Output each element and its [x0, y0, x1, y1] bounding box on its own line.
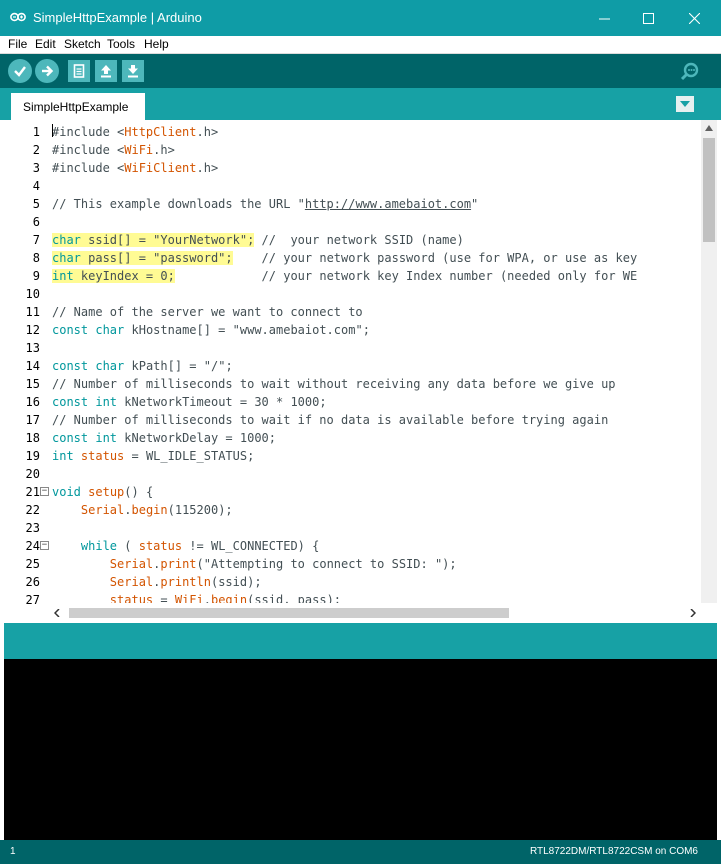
line-number: 25 — [25, 557, 40, 571]
tab-menu-button[interactable] — [676, 96, 694, 112]
code-line: int keyIndex = 0; // your network key In… — [52, 269, 638, 283]
horizontal-scroll-thumb[interactable] — [69, 608, 509, 618]
line-number: 15 — [25, 377, 40, 391]
close-icon — [688, 12, 700, 24]
menu-bar: File Edit Sketch Tools Help — [0, 36, 721, 54]
code-line: Serial.begin(115200); — [80, 503, 233, 517]
scroll-left-icon — [54, 609, 60, 617]
line-number: 22 — [25, 503, 40, 517]
code-line: Serial.print("Attempting to connect to S… — [109, 557, 457, 571]
code-line: #include <WiFiClient.h> — [52, 161, 219, 175]
line-number: 2 — [32, 143, 40, 157]
line-number: 27 — [25, 593, 40, 607]
new-icon — [73, 64, 85, 78]
maximize-icon — [642, 12, 654, 24]
minimize-icon — [598, 18, 610, 19]
code-line: // This example downloads the URL "http:… — [52, 197, 479, 211]
line-number: 21 — [25, 485, 40, 499]
save-icon — [128, 65, 138, 78]
code-line: int status = WL_IDLE_STATUS; — [52, 449, 255, 463]
window-title: SimpleHttpExample | Arduino — [33, 10, 202, 25]
code-line: // Number of milliseconds to wait if no … — [52, 413, 609, 427]
code-area[interactable]: #include <HttpClient.h> #include <WiFi.h>… — [52, 120, 701, 603]
current-line-number: 1 — [10, 846, 16, 857]
code-line: char pass[] = "password"; // your networ… — [52, 251, 638, 265]
vertical-scrollbar[interactable] — [701, 120, 717, 603]
code-line: const char kPath[] = "/"; — [52, 359, 233, 373]
verify-icon — [14, 66, 26, 77]
line-number: 7 — [32, 233, 40, 247]
line-number: 9 — [32, 269, 40, 283]
menu-file[interactable]: File — [8, 37, 27, 51]
line-number: 16 — [25, 395, 40, 409]
code-line: #include <WiFi.h> — [52, 143, 175, 157]
line-number: 23 — [25, 521, 40, 535]
code-line: // Name of the server we want to connect… — [52, 305, 363, 319]
close-button[interactable] — [671, 0, 717, 36]
line-number: 14 — [25, 359, 40, 373]
line-number: 18 — [25, 431, 40, 445]
fold-toggle-icon[interactable]: − — [40, 541, 49, 550]
code-line: // Number of milliseconds to wait withou… — [52, 377, 616, 391]
line-number: 10 — [25, 287, 40, 301]
status-bar: 1 RTL8722DM/RTL8722CSM on COM6 — [0, 840, 721, 864]
serial-monitor-icon — [680, 62, 699, 81]
code-line: void setup() { — [52, 485, 154, 499]
line-number-gutter: 1 2 3 4 5 6 7 8 9 10 11 12 13 14 15 16 17 18 19 20 21−22 23 24… — [4, 120, 50, 607]
line-number: 24 — [25, 539, 40, 553]
toolbar — [0, 54, 721, 88]
line-number: 11 — [25, 305, 40, 319]
line-number: 8 — [32, 251, 40, 265]
line-number: 6 — [32, 215, 40, 229]
minimize-button[interactable] — [581, 0, 627, 36]
code-line: Serial.println(ssid); — [109, 575, 262, 589]
upload-icon — [42, 65, 54, 77]
tab-simplehttpexample[interactable]: SimpleHttpExample — [11, 93, 145, 120]
code-line: char ssid[] = "YourNetwork"; // your net… — [52, 233, 464, 247]
code-line: const int kNetworkDelay = 1000; — [52, 431, 276, 445]
scroll-right-icon — [690, 609, 696, 617]
chevron-down-icon — [680, 101, 690, 107]
code-editor[interactable]: 1 2 3 4 5 6 7 8 9 10 11 12 13 14 15 16 17 18 19 20 21−22 23 24… — [4, 120, 717, 623]
board-port-label: RTL8722DM/RTL8722CSM on COM6 — [529, 846, 698, 857]
message-area — [4, 623, 717, 659]
code-line: #include <HttpClient.h> — [52, 125, 219, 139]
open-icon — [101, 65, 111, 78]
line-number: 5 — [32, 197, 40, 211]
save-button[interactable] — [122, 60, 144, 82]
fold-toggle-icon[interactable]: − — [40, 487, 49, 496]
line-number: 17 — [25, 413, 40, 427]
menu-help[interactable]: Help — [144, 37, 169, 51]
line-number: 4 — [32, 179, 40, 193]
code-line: const char kHostname[] = "www.amebaiot.c… — [52, 323, 370, 337]
line-number: 3 — [32, 161, 40, 175]
horizontal-scrollbar[interactable] — [50, 603, 701, 623]
code-line: const int kNetworkTimeout = 30 * 1000; — [52, 395, 327, 409]
new-button[interactable] — [68, 60, 90, 82]
line-number: 12 — [25, 323, 40, 337]
text-cursor — [52, 124, 53, 137]
verify-button[interactable] — [8, 59, 32, 83]
menu-tools[interactable]: Tools — [107, 37, 135, 51]
line-number: 13 — [25, 341, 40, 355]
code-line: while ( status != WL_CONNECTED) { — [80, 539, 320, 553]
open-button[interactable] — [95, 60, 117, 82]
vertical-scroll-thumb[interactable] — [703, 138, 715, 242]
title-bar: SimpleHttpExample | Arduino — [0, 0, 721, 36]
upload-button[interactable] — [35, 59, 59, 83]
maximize-button[interactable] — [625, 0, 671, 36]
menu-edit[interactable]: Edit — [35, 37, 56, 51]
tab-bar: SimpleHttpExample — [0, 88, 721, 120]
menu-sketch[interactable]: Sketch — [64, 37, 101, 51]
serial-monitor-button[interactable] — [678, 59, 702, 83]
line-number: 20 — [25, 467, 40, 481]
code-line: status = WiFi.begin(ssid, pass); — [109, 593, 342, 603]
line-number: 1 — [32, 125, 40, 139]
line-number: 26 — [25, 575, 40, 589]
console-output[interactable] — [4, 659, 717, 840]
line-number: 19 — [25, 449, 40, 463]
scroll-up-icon — [705, 125, 713, 131]
arduino-logo-icon — [10, 12, 26, 22]
